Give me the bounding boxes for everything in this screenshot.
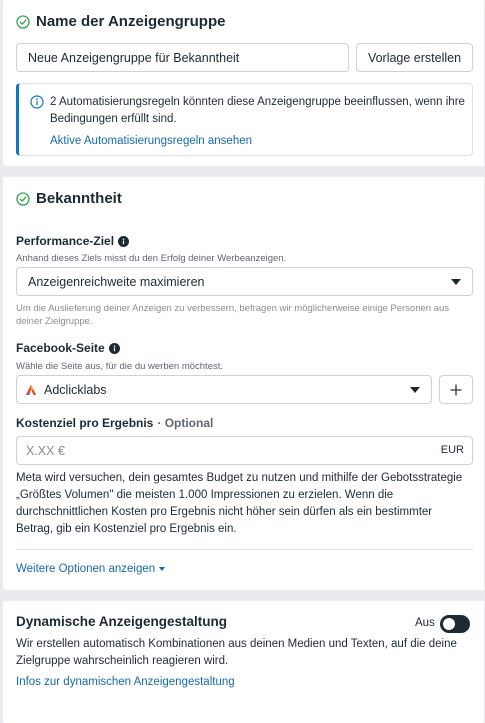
section-title: Bekanntheit: [36, 190, 122, 207]
dynamic-creative-toggle[interactable]: [440, 615, 470, 633]
facebook-page-label-text: Facebook-Seite: [16, 341, 105, 355]
view-automation-rules-link[interactable]: Aktive Automatisierungsregeln ansehen: [50, 133, 465, 150]
facebook-page-hint: Wähle die Seite aus, für die du werben m…: [16, 361, 224, 372]
dynamic-creative-info-link[interactable]: Infos zur dynamischen Anzeigengestaltung: [16, 676, 235, 688]
check-circle-icon: [16, 14, 30, 29]
cost-goal-description: Meta wird versuchen, dein gesamtes Budge…: [16, 472, 463, 535]
more-options-link: Weitere Optionen anzeigen: [16, 563, 156, 575]
performance-goal-select[interactable]: Anzeigenreichweite maximieren: [16, 267, 473, 296]
performance-goal-note: Um die Auslieferung deiner Anzeigen zu v…: [16, 303, 450, 327]
create-template-button[interactable]: Vorlage erstellen: [356, 43, 473, 72]
toggle-status-label: Aus: [415, 617, 435, 629]
page-logo-icon: [25, 384, 37, 395]
awareness-section: Bekanntheit Performance-Ziel Anhand dies…: [3, 177, 484, 590]
section-title: Name der Anzeigengruppe: [36, 13, 226, 30]
info-icon: [30, 95, 44, 109]
ad-group-name-value: Neue Anzeigengruppe für Bekanntheit: [28, 50, 240, 65]
cost-goal-label-text: Kostenziel pro Ergebnis: [16, 416, 154, 430]
notice-text: 2 Automatisierungsregeln könnten diese A…: [50, 94, 465, 150]
dynamic-creative-description: Wir erstellen automatisch Kombinationen …: [16, 638, 457, 667]
dynamic-creative-title: Dynamische Anzeigengestaltung: [16, 614, 228, 629]
check-circle-icon: [16, 191, 30, 206]
ad-group-name-header: Name der Anzeigengruppe: [16, 13, 225, 30]
plus-icon: [450, 384, 462, 395]
cost-goal-label: Kostenziel pro Ergebnis · Optional: [16, 416, 213, 430]
performance-goal-hint: Anhand dieses Ziels misst du den Erfolg …: [16, 253, 287, 264]
performance-goal-value: Anzeigenreichweite maximieren: [28, 274, 205, 289]
add-page-button[interactable]: [439, 375, 473, 404]
notice-message: 2 Automatisierungsregeln könnten diese A…: [50, 96, 465, 125]
currency-label: EUR: [440, 444, 464, 456]
cost-goal-input[interactable]: X.XX € EUR: [16, 436, 473, 465]
facebook-page-value: Adclicklabs: [44, 382, 107, 397]
cost-goal-placeholder: X.XX €: [26, 443, 65, 458]
divider: [16, 549, 473, 550]
performance-goal-label: Performance-Ziel: [16, 234, 130, 248]
performance-goal-label-text: Performance-Ziel: [16, 234, 115, 248]
toggle-knob: [443, 618, 455, 630]
dynamic-creative-section: Dynamische Anzeigengestaltung Aus Wir er…: [3, 601, 484, 723]
ad-group-name-section: Name der Anzeigengruppe Neue Anzeigengru…: [3, 0, 484, 166]
caret-down-icon: [410, 387, 420, 393]
automation-rules-notice: 2 Automatisierungsregeln könnten diese A…: [16, 83, 473, 156]
caret-down-icon: [451, 279, 461, 285]
optional-tag: · Optional: [157, 416, 214, 430]
awareness-header: Bekanntheit: [16, 190, 122, 207]
facebook-page-select[interactable]: Adclicklabs: [16, 375, 432, 404]
more-options-toggle[interactable]: Weitere Optionen anzeigen: [16, 563, 166, 575]
facebook-page-label: Facebook-Seite: [16, 341, 120, 355]
ad-group-name-input[interactable]: Neue Anzeigengruppe für Bekanntheit: [16, 43, 349, 72]
info-filled-icon[interactable]: [108, 342, 120, 354]
caret-down-icon: [159, 567, 166, 571]
info-filled-icon[interactable]: [118, 235, 130, 247]
